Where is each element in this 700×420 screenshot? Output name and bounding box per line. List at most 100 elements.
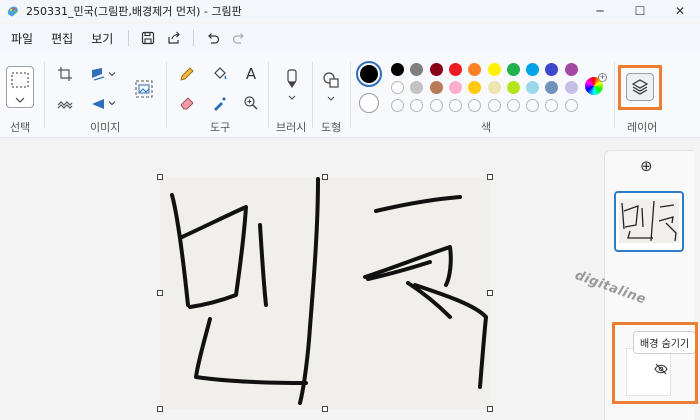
plus-icon: + (598, 73, 607, 82)
empty-color-slot[interactable] (468, 99, 482, 112)
empty-color-slot[interactable] (429, 99, 443, 112)
resize-handle[interactable] (487, 174, 493, 180)
share-button[interactable] (161, 27, 187, 49)
edit-colors-button[interactable]: + (585, 73, 607, 95)
resize-handle[interactable] (487, 406, 493, 412)
add-layer-button[interactable]: ⊕ (640, 157, 653, 175)
ribbon-divider (350, 62, 351, 128)
empty-color-slot[interactable] (410, 99, 424, 112)
color-swatch[interactable] (487, 63, 501, 76)
color-swatch[interactable] (564, 63, 578, 76)
color-swatch[interactable] (448, 63, 462, 76)
color-swatch[interactable] (410, 81, 424, 94)
pencil-icon (180, 67, 194, 81)
color-swatch[interactable] (429, 81, 443, 94)
image-background-button[interactable] (133, 78, 155, 100)
group-label-image: 이미지 (90, 121, 121, 134)
resize-handle[interactable] (157, 406, 163, 412)
menu-file[interactable]: 파일 (2, 26, 42, 51)
color-swatch[interactable] (429, 63, 443, 76)
empty-color-slot[interactable] (526, 99, 540, 112)
image-effects-icon (57, 101, 73, 109)
color-swatch[interactable] (410, 63, 424, 76)
rotate-dropdown[interactable] (105, 63, 119, 85)
layer-thumbnail[interactable] (614, 191, 684, 252)
drawing-canvas[interactable] (160, 177, 490, 409)
minimize-button[interactable]: ─ (580, 0, 620, 22)
color-swatch[interactable] (545, 81, 559, 94)
pencil-tool[interactable] (176, 63, 198, 85)
flip-dropdown[interactable] (105, 92, 119, 114)
redo-icon (233, 33, 245, 44)
save-button[interactable] (135, 27, 161, 49)
share-icon (168, 31, 181, 44)
shapes-icon (323, 72, 339, 101)
resize-button[interactable] (54, 92, 76, 114)
ribbon-divider (44, 62, 45, 128)
resize-handle[interactable] (322, 174, 328, 180)
resize-handle[interactable] (157, 174, 163, 180)
color-swatch[interactable] (506, 63, 520, 76)
color-swatch[interactable] (391, 81, 404, 94)
empty-color-slot[interactable] (506, 99, 520, 112)
window-title: 250331_민국(그림판,배경제거 먼저) - 그림판 (26, 5, 242, 18)
group-label-brushes: 브러시 (276, 121, 307, 134)
fill-bucket-icon (214, 67, 227, 80)
color-swatch[interactable] (487, 81, 501, 94)
resize-handle[interactable] (157, 290, 163, 296)
primary-color[interactable] (356, 61, 382, 87)
eraser-tool[interactable] (176, 92, 198, 114)
magnifier-tool[interactable] (240, 92, 262, 114)
eyedropper-icon (214, 97, 226, 111)
undo-icon (208, 33, 220, 44)
maximize-button[interactable]: ☐ (620, 0, 660, 22)
layers-highlight (618, 65, 662, 110)
shapes-button[interactable] (320, 68, 342, 108)
color-swatch[interactable] (468, 63, 482, 76)
menu-bar: 파일 편집 보기 (0, 24, 700, 52)
text-tool[interactable]: A (240, 63, 262, 85)
empty-color-slot[interactable] (391, 99, 404, 112)
group-label-shapes: 도형 (321, 121, 342, 134)
group-label-selection: 선택 (10, 121, 31, 134)
crop-button[interactable] (54, 63, 76, 85)
color-swatch[interactable] (468, 81, 482, 94)
group-label-layers: 레이어 (627, 121, 658, 134)
close-button[interactable]: ✕ (660, 0, 700, 22)
selection-button[interactable] (6, 66, 34, 108)
menu-divider (193, 30, 195, 46)
empty-color-slot[interactable] (545, 99, 559, 112)
eraser-icon (180, 97, 194, 110)
empty-color-slot[interactable] (487, 99, 501, 112)
color-swatch[interactable] (545, 63, 559, 76)
layer-thumbnail-drawing (619, 199, 679, 243)
handwriting-drawing (170, 177, 488, 405)
resize-handle[interactable] (487, 290, 493, 296)
redo-button[interactable] (226, 27, 252, 49)
crop-icon (58, 67, 72, 81)
undo-button[interactable] (200, 27, 226, 49)
empty-color-slot[interactable] (564, 99, 578, 112)
save-icon (142, 31, 155, 45)
brushes-button[interactable] (281, 66, 303, 106)
menu-edit[interactable]: 편집 (42, 26, 82, 51)
color-swatch[interactable] (526, 81, 540, 94)
ribbon-divider (614, 62, 615, 128)
menu-divider (128, 30, 130, 46)
fill-tool[interactable] (209, 63, 231, 85)
empty-color-slot[interactable] (448, 99, 462, 112)
group-label-colors: 색 (481, 121, 492, 134)
brush-icon (287, 69, 297, 100)
rotate-icon (92, 68, 105, 81)
color-swatch[interactable] (506, 81, 520, 94)
color-swatch[interactable] (448, 81, 462, 94)
color-picker-tool[interactable] (209, 92, 231, 114)
secondary-color[interactable] (359, 93, 379, 113)
color-swatch[interactable] (564, 81, 578, 94)
color-swatch[interactable] (526, 63, 540, 76)
close-icon: ✕ (674, 4, 686, 18)
flip-icon (92, 99, 104, 109)
resize-handle[interactable] (322, 406, 328, 412)
menu-view[interactable]: 보기 (82, 26, 122, 51)
color-swatch[interactable] (391, 63, 404, 76)
